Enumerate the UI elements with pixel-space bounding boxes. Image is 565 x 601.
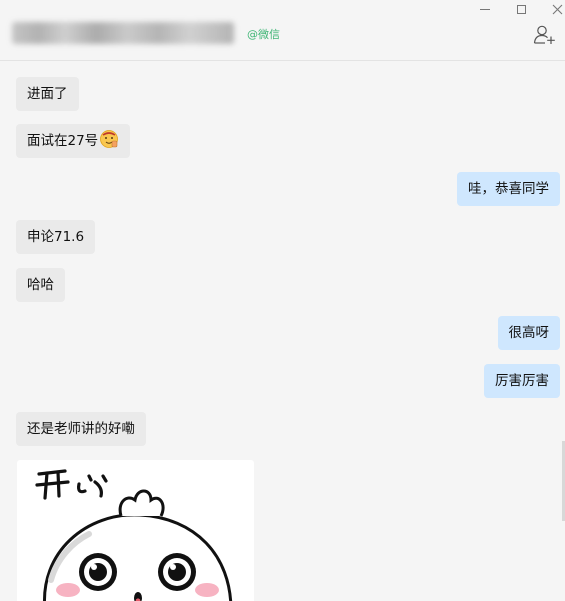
add-person-icon: [533, 25, 555, 44]
message-text: 厉害厉害: [495, 373, 549, 389]
sticker-caption: [35, 469, 108, 500]
message-row: 还是老师讲的好嘞: [0, 412, 565, 446]
message-text: 还是老师讲的好嘞: [27, 421, 135, 437]
minimize-icon: [480, 8, 490, 10]
incoming-message-bubble[interactable]: 还是老师讲的好嘞: [16, 412, 146, 446]
incoming-message-bubble[interactable]: 面试在27号: [16, 124, 131, 158]
message-text: 哇，恭喜同学: [468, 181, 549, 197]
close-icon: [552, 4, 562, 14]
outgoing-message-bubble[interactable]: 哇，恭喜同学: [457, 172, 560, 206]
message-row: 哈哈: [0, 268, 565, 302]
message-row: 哇，恭喜同学: [0, 172, 565, 206]
incoming-message-bubble[interactable]: 申论71.6: [16, 220, 96, 254]
contact-name-blurred: [12, 22, 234, 44]
incoming-message-bubble[interactable]: 哈哈: [16, 268, 65, 302]
close-button[interactable]: [544, 0, 565, 18]
message-text: 申论71.6: [27, 229, 85, 245]
outgoing-message-bubble[interactable]: 很高呀: [497, 316, 560, 350]
title-bar: @微信: [0, 0, 565, 61]
message-text: 很高呀: [508, 325, 550, 341]
message-row: 申论71.6: [0, 220, 565, 254]
chat-area[interactable]: 进面了 面试在27号 哇，恭喜同学 申论71.6 哈哈 很高呀 厉害厉害 还是老…: [0, 61, 565, 601]
maximize-button[interactable]: [508, 0, 534, 18]
outgoing-message-bubble[interactable]: 厉害厉害: [484, 364, 560, 398]
thumbs-up-face-emoji-icon: [100, 130, 119, 148]
sticker-image: [35, 469, 233, 601]
maximize-icon: [516, 4, 526, 14]
message-row: 很高呀: [0, 316, 565, 350]
message-row: 面试在27号: [0, 124, 565, 158]
add-member-button[interactable]: [533, 24, 557, 46]
happy-bun-sticker[interactable]: [17, 460, 254, 601]
incoming-message-bubble[interactable]: 进面了: [16, 77, 79, 111]
minimize-button[interactable]: [472, 0, 498, 18]
message-row: 厉害厉害: [0, 364, 565, 398]
message-text: 面试在27号: [27, 133, 99, 149]
message-row: 进面了: [0, 77, 565, 111]
message-text: 进面了: [27, 86, 68, 102]
wechat-tag: @微信: [247, 28, 280, 41]
message-text: 哈哈: [27, 277, 54, 293]
